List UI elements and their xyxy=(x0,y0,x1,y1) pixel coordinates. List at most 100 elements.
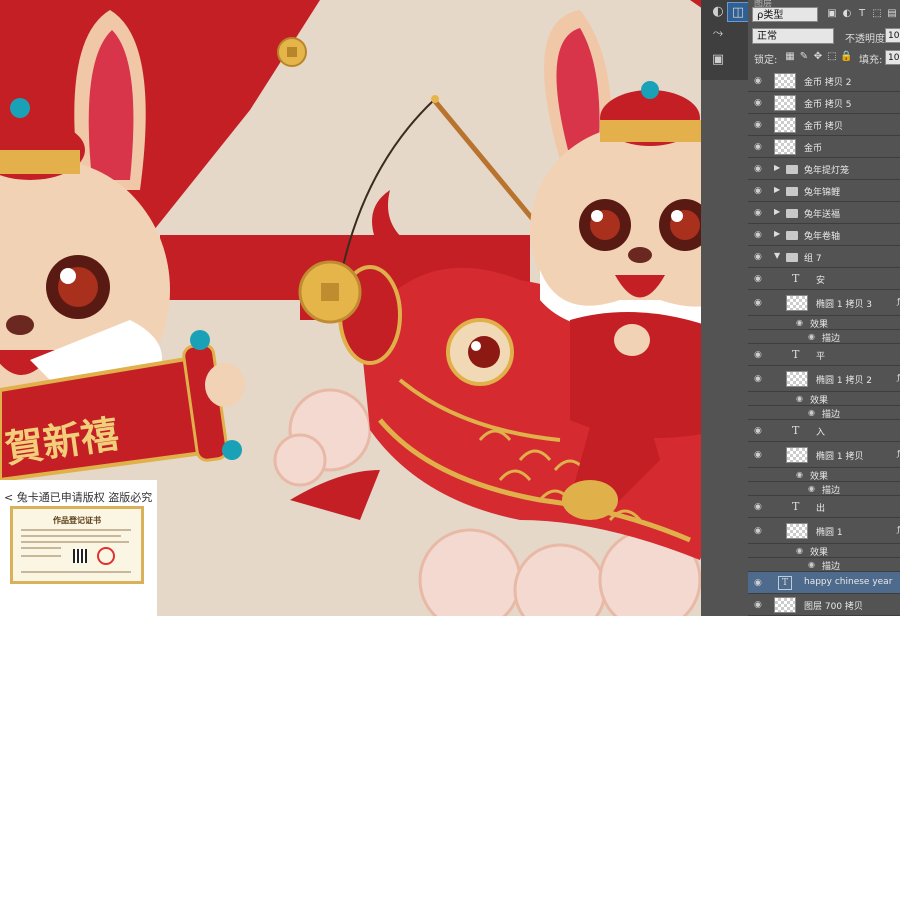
visibility-eye-icon[interactable]: ◉ xyxy=(754,76,766,86)
visibility-eye-icon[interactable]: ◉ xyxy=(754,252,766,262)
fill-input[interactable]: 100% xyxy=(885,50,900,65)
visibility-eye-icon[interactable]: ◉ xyxy=(754,600,766,610)
effect-visibility-icon[interactable]: ◉ xyxy=(796,470,803,479)
paths-panel-icon[interactable]: ⤳ xyxy=(707,24,729,44)
effect-visibility-icon[interactable]: ◉ xyxy=(808,560,815,569)
lock-label: 锁定: xyxy=(754,55,778,66)
visibility-eye-icon[interactable]: ◉ xyxy=(754,230,766,240)
effect-visibility-icon[interactable]: ◉ xyxy=(796,546,803,555)
expand-arrow-right-icon[interactable]: ▶ xyxy=(774,163,780,172)
smart-object-filter-icon[interactable]: ▤ xyxy=(886,8,898,20)
lock-artboard-icon[interactable]: ⬚ xyxy=(826,50,838,64)
qr-code-icon xyxy=(73,549,87,563)
certificate-image: 作品登记证书 xyxy=(10,506,144,584)
layer-row[interactable]: ◉ 效果 xyxy=(748,544,900,558)
expand-arrow-right-icon[interactable]: ▶ xyxy=(774,207,780,216)
shape-filter-icon[interactable]: ⬚ xyxy=(871,8,883,20)
layer-name: 兔年提灯笼 xyxy=(804,166,850,176)
layer-row[interactable]: ◉ 效果 xyxy=(748,392,900,406)
layer-row[interactable]: ◉ T 平 xyxy=(748,344,900,366)
effect-visibility-icon[interactable]: ◉ xyxy=(808,408,815,417)
visibility-eye-icon[interactable]: ◉ xyxy=(754,98,766,108)
text-layer-icon: T xyxy=(778,576,792,590)
layer-row[interactable]: ◉ 金币 拷贝 2 xyxy=(748,70,900,92)
lock-pixels-icon[interactable]: ✎ xyxy=(798,50,810,64)
layer-row[interactable]: ◉ 描边 xyxy=(748,406,900,420)
layer-row[interactable]: ◉ 图层 700 拷贝 xyxy=(748,594,900,616)
effect-visibility-icon[interactable]: ◉ xyxy=(796,394,803,403)
panel-tool-strip: ◐ ◫ ⤳ ▣ xyxy=(701,0,749,80)
layer-row[interactable]: ◉ ▼ 组 7 xyxy=(748,246,900,268)
visibility-eye-icon[interactable]: ◉ xyxy=(754,374,766,384)
layer-name: 椭圆 1 拷贝 xyxy=(816,452,864,462)
lock-all-icon[interactable]: 🔒 xyxy=(840,50,852,64)
expand-arrow-right-icon[interactable]: ▶ xyxy=(774,185,780,194)
layer-thumbnail xyxy=(786,295,808,311)
layer-name: 图层 700 拷贝 xyxy=(804,602,863,612)
layer-row[interactable]: ◉ 效果 xyxy=(748,468,900,482)
layer-row[interactable]: ◉ ▶ 兔年提灯笼 xyxy=(748,158,900,180)
blend-mode-select[interactable]: 正常 xyxy=(752,28,834,44)
effect-visibility-icon[interactable]: ◉ xyxy=(808,484,815,493)
pixel-filter-icon[interactable]: ▣ xyxy=(826,8,838,20)
layer-row[interactable]: ◉ 椭圆 1 拷贝 2ƒ xyxy=(748,366,900,392)
certificate-line xyxy=(21,541,129,543)
layer-row[interactable]: ◉ 金币 拷贝 5 xyxy=(748,92,900,114)
fill-label: 填充: xyxy=(859,55,883,66)
layer-name: 效果 xyxy=(810,320,829,330)
layers-panel: 图层 ρ类型 ▣ ◐ T ⬚ ▤ 正常 不透明度: 100% 锁定: ▦ ✎ ✥… xyxy=(748,0,900,616)
effect-visibility-icon[interactable]: ◉ xyxy=(808,332,815,341)
visibility-eye-icon[interactable]: ◉ xyxy=(754,502,766,512)
type-filter-icon[interactable]: T xyxy=(856,8,868,20)
visibility-eye-icon[interactable]: ◉ xyxy=(754,142,766,152)
layer-row[interactable]: ◉ T 出 xyxy=(748,496,900,518)
text-layer-icon: T xyxy=(792,272,800,285)
layers-panel-icon[interactable]: ◫ xyxy=(727,2,749,22)
layer-name: 兔年送福 xyxy=(804,210,841,220)
expand-arrow-right-icon[interactable]: ▶ xyxy=(774,229,780,238)
certificate-line xyxy=(21,535,121,537)
libraries-panel-icon[interactable]: ▣ xyxy=(707,50,729,70)
visibility-eye-icon[interactable]: ◉ xyxy=(754,186,766,196)
layer-row[interactable]: ◉ 金币 xyxy=(748,136,900,158)
official-seal-icon xyxy=(97,547,115,565)
lock-transparency-icon[interactable]: ▦ xyxy=(784,50,796,64)
visibility-eye-icon[interactable]: ◉ xyxy=(754,274,766,284)
lock-row: 锁定: ▦ ✎ ✥ ⬚ 🔒 填充: 100% xyxy=(752,50,900,66)
folder-icon xyxy=(786,165,798,174)
layer-row[interactable]: ◉ 椭圆 1 拷贝 ƒ xyxy=(748,442,900,468)
layer-row[interactable]: ◉ 描边 xyxy=(748,330,900,344)
layer-row[interactable]: ◉ ▶ 兔年锦鲤 xyxy=(748,180,900,202)
visibility-eye-icon[interactable]: ◉ xyxy=(754,526,766,536)
layer-row[interactable]: ◉ ▶ 兔年送福 xyxy=(748,202,900,224)
visibility-eye-icon[interactable]: ◉ xyxy=(754,578,766,588)
lock-position-icon[interactable]: ✥ xyxy=(812,50,824,64)
layer-row[interactable]: ◉ 效果 xyxy=(748,316,900,330)
layer-row[interactable]: ◉ 椭圆 1ƒ xyxy=(748,518,900,544)
layer-row[interactable]: ◉ 金币 拷贝 xyxy=(748,114,900,136)
visibility-eye-icon[interactable]: ◉ xyxy=(754,450,766,460)
layer-row[interactable]: ◉ ▶ 兔年卷轴 xyxy=(748,224,900,246)
layer-name: 效果 xyxy=(810,396,829,406)
filter-kind-select[interactable]: ρ类型 xyxy=(752,7,818,22)
layer-row[interactable]: ◉ Thappy chinese year xyxy=(748,572,900,594)
visibility-eye-icon[interactable]: ◉ xyxy=(754,208,766,218)
opacity-input[interactable]: 100% xyxy=(885,28,900,43)
layer-row[interactable]: ◉ T 入 xyxy=(748,420,900,442)
layer-row[interactable]: ◉ T 安 xyxy=(748,268,900,290)
visibility-eye-icon[interactable]: ◉ xyxy=(754,164,766,174)
layer-row[interactable]: ◉ 描边 xyxy=(748,482,900,496)
adjustment-filter-icon[interactable]: ◐ xyxy=(841,8,853,20)
effect-visibility-icon[interactable]: ◉ xyxy=(796,318,803,327)
layer-name: 金币 xyxy=(804,144,823,154)
visibility-eye-icon[interactable]: ◉ xyxy=(754,298,766,308)
visibility-eye-icon[interactable]: ◉ xyxy=(754,120,766,130)
color-panel-icon[interactable]: ◐ xyxy=(707,2,729,22)
visibility-eye-icon[interactable]: ◉ xyxy=(754,426,766,436)
layer-thumbnail xyxy=(774,117,796,133)
expand-arrow-down-icon[interactable]: ▼ xyxy=(774,251,780,260)
visibility-eye-icon[interactable]: ◉ xyxy=(754,350,766,360)
layer-row[interactable]: ◉ 椭圆 1 拷贝 3ƒ xyxy=(748,290,900,316)
layer-row[interactable]: ◉ 描边 xyxy=(748,558,900,572)
layer-thumbnail xyxy=(774,95,796,111)
